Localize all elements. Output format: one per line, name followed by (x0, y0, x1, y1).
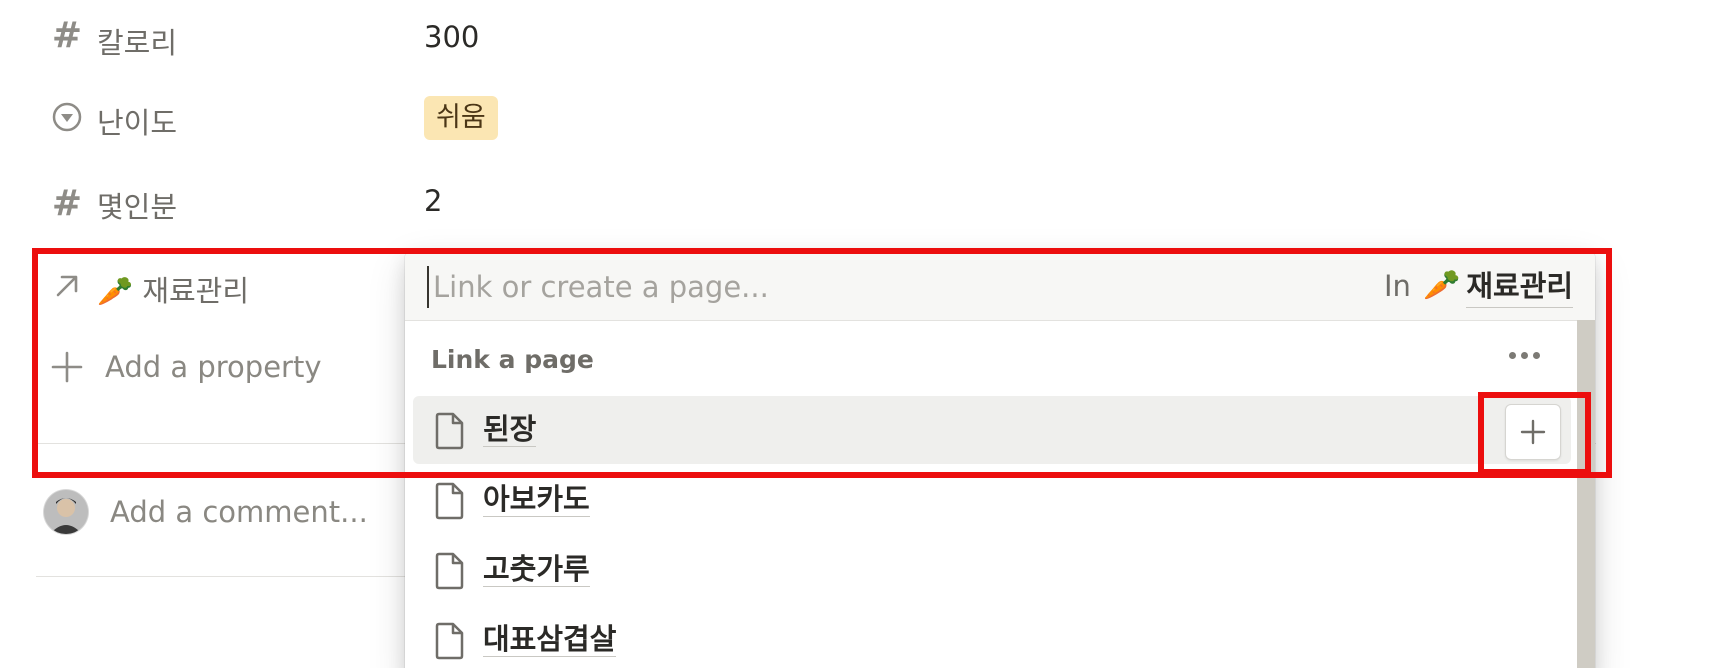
hash-icon: # (51, 14, 83, 56)
property-label: 🥕 재료관리 (97, 274, 250, 308)
section-title: Link a page (431, 345, 594, 374)
database-name: 재료관리 (1466, 263, 1574, 308)
page-icon (435, 552, 465, 590)
property-value[interactable]: 300 (424, 20, 479, 54)
scrollbar[interactable] (1577, 320, 1595, 668)
hash-icon: # (51, 182, 83, 224)
page-title: 대표삼겹살 (483, 622, 617, 657)
divider (36, 576, 408, 577)
list-item[interactable]: 아보카도 (413, 466, 1571, 534)
list-item[interactable]: 대표삼겹살 (413, 606, 1571, 668)
property-row-calories[interactable]: # 칼로리 300 (0, 4, 1722, 64)
page-icon (435, 412, 465, 450)
page-title: 고춧가루 (483, 552, 590, 587)
in-label: In (1384, 269, 1411, 303)
add-comment-input[interactable]: Add a comment... (110, 495, 368, 529)
list-item[interactable]: 된장 (413, 396, 1571, 464)
property-value[interactable]: 2 (424, 184, 442, 218)
database-selector[interactable]: 🥕 재료관리 (1423, 262, 1574, 308)
link-page-search-input[interactable] (427, 266, 1315, 308)
avatar (44, 490, 88, 534)
property-label: 몇인분 (97, 190, 178, 224)
popup-search-bar: In 🥕 재료관리 (405, 252, 1595, 321)
select-icon (50, 100, 84, 134)
property-row-servings[interactable]: # 몇인분 2 (0, 172, 1722, 232)
plus-icon[interactable] (50, 350, 84, 384)
add-page-button[interactable] (1505, 404, 1561, 460)
add-property-button[interactable]: Add a property (105, 350, 322, 384)
page-icon (435, 482, 465, 520)
property-row-difficulty[interactable]: 난이도 (0, 88, 1722, 148)
difficulty-tag[interactable]: 쉬움 (424, 96, 498, 140)
page-icon (435, 622, 465, 660)
property-label: 칼로리 (97, 26, 178, 60)
link-page-popup: In 🥕 재료관리 Link a page 된장 아보카도 (405, 252, 1595, 668)
relation-arrow-icon (50, 269, 84, 303)
more-options-icon[interactable] (1509, 352, 1540, 359)
plus-icon (1520, 419, 1546, 445)
carrot-icon: 🥕 (1423, 267, 1461, 303)
property-label: 난이도 (97, 106, 178, 140)
list-item[interactable]: 고춧가루 (413, 536, 1571, 604)
page-title: 아보카도 (483, 482, 590, 517)
page-properties-panel: # 칼로리 300 난이도 쉬움 # 몇인분 2 🥕 재료관리 Add a pr… (0, 0, 1722, 668)
page-title: 된장 (483, 412, 537, 447)
